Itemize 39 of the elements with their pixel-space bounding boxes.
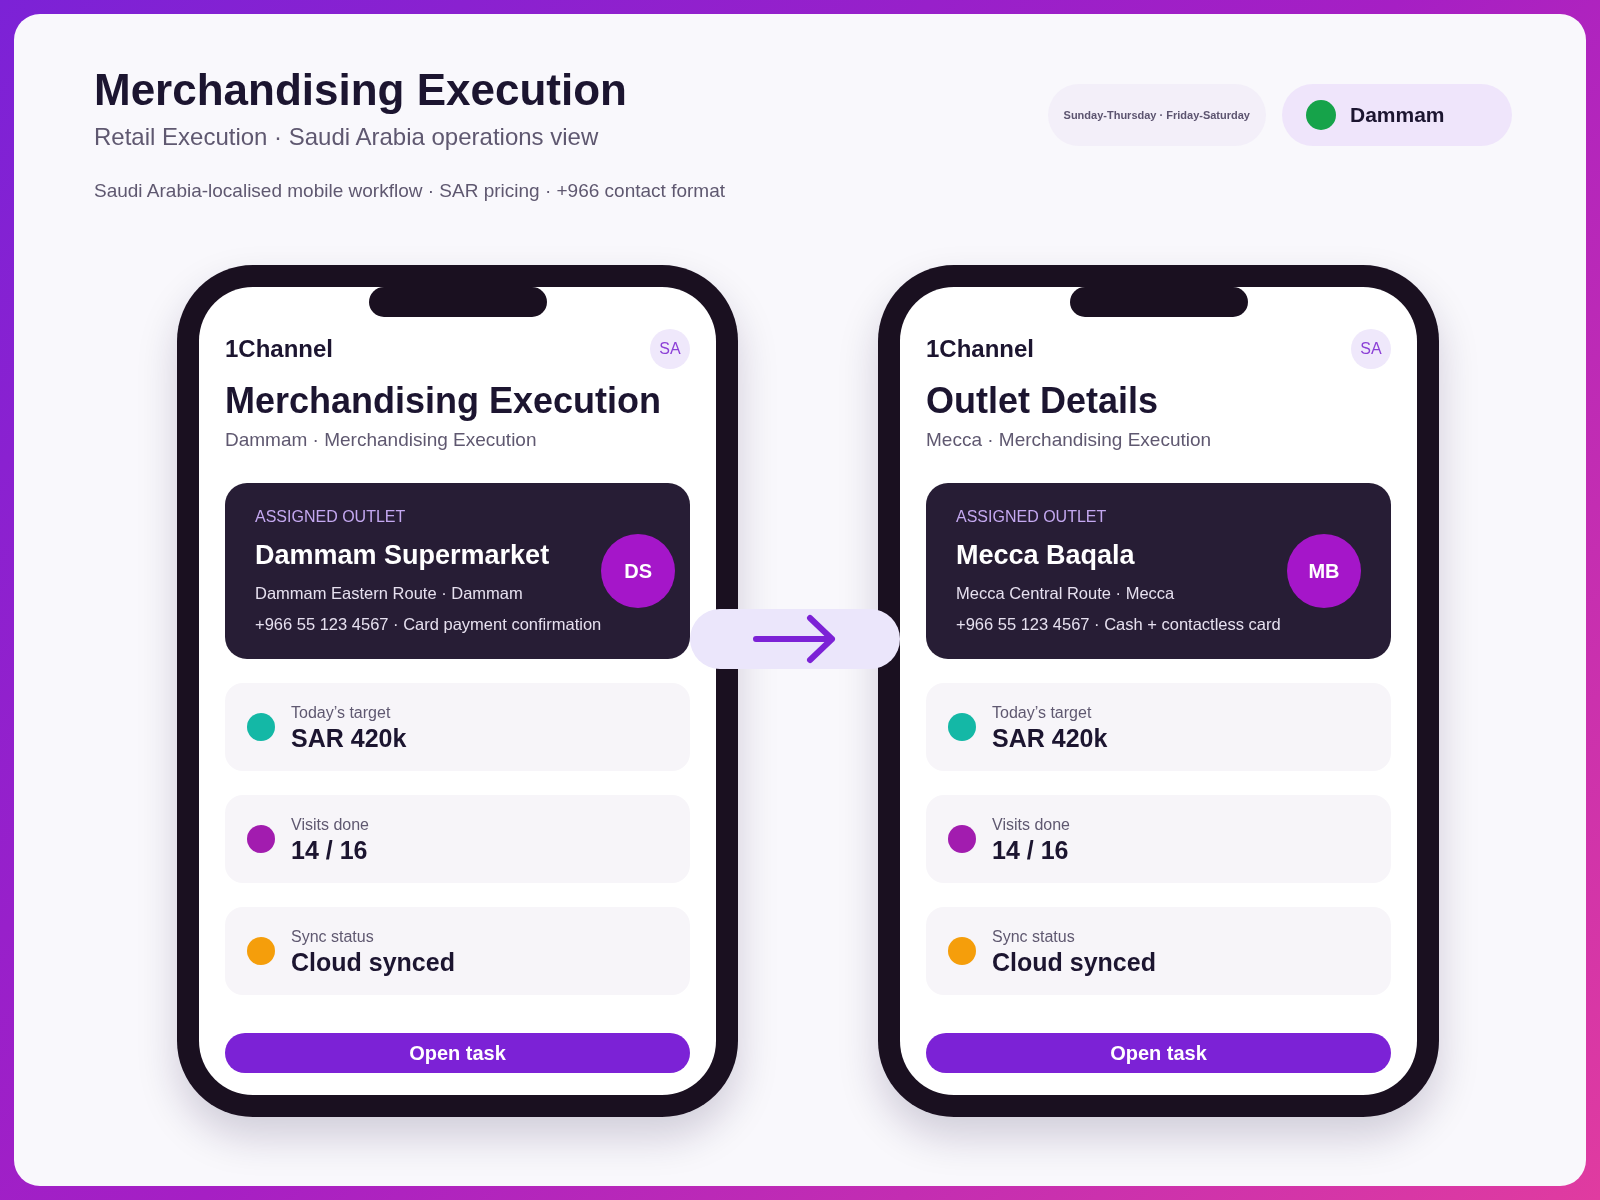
page-subtitle: Retail Execution · Saudi Arabia operations view bbox=[94, 121, 600, 152]
page-note: Saudi Arabia-localised mobile workflow · SAR pricing · +966 contact format bbox=[94, 178, 725, 203]
stat-value: Cloud synced bbox=[291, 949, 455, 977]
stat-value: SAR 420k bbox=[291, 725, 407, 753]
stat-value: 14 / 16 bbox=[992, 837, 1070, 865]
outlet-route: Mecca Central Route · Mecca bbox=[956, 583, 1176, 605]
user-avatar[interactable]: SA bbox=[1351, 329, 1391, 370]
outlet-contact: +966 55 123 4567 · Card payment confirmation bbox=[255, 614, 602, 636]
schedule-chip: Sunday-Thursday · Friday-Saturday bbox=[1047, 84, 1266, 146]
screen-subtitle: Mecca · Merchandising Execution bbox=[926, 428, 1213, 453]
outlet-eyebrow: ASSIGNED OUTLET bbox=[956, 507, 1108, 527]
screen-title: Merchandising Execution bbox=[225, 379, 663, 423]
stat-label: Visits done bbox=[291, 815, 369, 836]
app-brand: 1Channel bbox=[225, 334, 334, 365]
app-brand: 1Channel bbox=[926, 334, 1035, 365]
stat-label: Sync status bbox=[992, 927, 1076, 948]
open-task-button[interactable]: Open task bbox=[926, 1033, 1391, 1074]
stat-value: SAR 420k bbox=[992, 725, 1108, 753]
user-avatar[interactable]: SA bbox=[650, 329, 690, 370]
outlet-name: Mecca Baqala bbox=[956, 539, 1136, 572]
arrow-right-icon bbox=[752, 614, 838, 665]
location-chip[interactable]: Dammam bbox=[1282, 84, 1512, 146]
stat-label: Visits done bbox=[992, 815, 1070, 836]
location-label: Dammam bbox=[1350, 102, 1445, 129]
stat-label: Today’s target bbox=[992, 703, 1093, 724]
outlet-contact: +966 55 123 4567 · Cash + contactless card bbox=[956, 614, 1281, 636]
screen-title: Outlet Details bbox=[926, 379, 1160, 423]
open-task-button[interactable]: Open task bbox=[225, 1033, 690, 1074]
stat-value: 14 / 16 bbox=[291, 837, 369, 865]
outlet-route: Dammam Eastern Route · Dammam bbox=[255, 583, 524, 605]
outlet-eyebrow: ASSIGNED OUTLET bbox=[255, 507, 407, 527]
page-title: Merchandising Execution bbox=[94, 64, 628, 116]
outlet-initials-avatar: DS bbox=[601, 534, 676, 608]
outlet-initials-avatar: MB bbox=[1287, 534, 1361, 608]
stat-label: Sync status bbox=[291, 927, 375, 948]
stat-value: Cloud synced bbox=[992, 949, 1156, 977]
stat-label: Today’s target bbox=[291, 703, 392, 724]
outlet-name: Dammam Supermarket bbox=[255, 539, 551, 572]
screen-subtitle: Dammam · Merchandising Execution bbox=[225, 428, 538, 453]
